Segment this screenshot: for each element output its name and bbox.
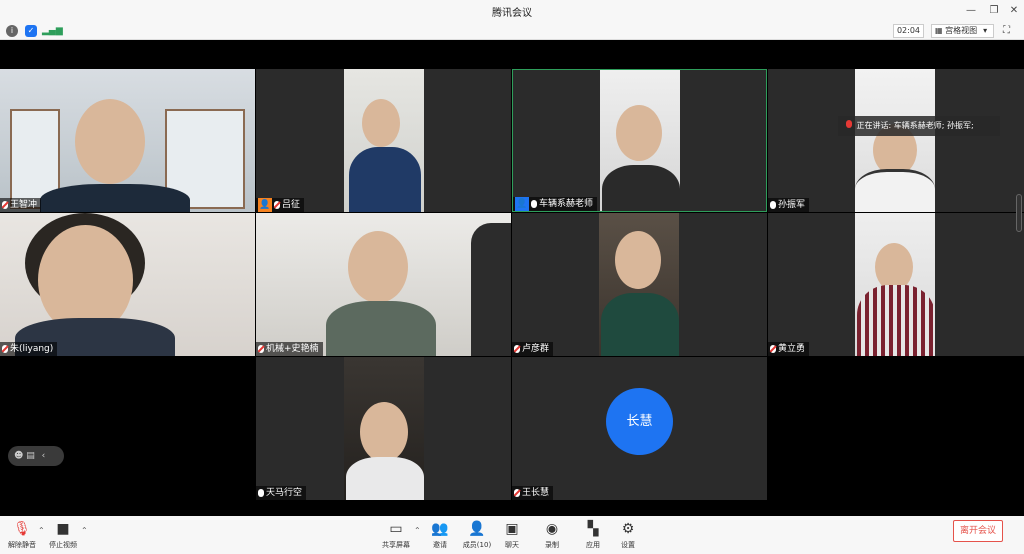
participant-video [344,69,424,212]
apps-label: 应用 [586,541,600,549]
participant-video [0,69,255,212]
grid-icon: ▦ [935,26,946,35]
participant-name-label: 👤 吕征 [256,198,305,212]
shield-icon[interactable]: ✓ [25,25,37,37]
info-icon[interactable]: i [6,25,18,37]
reaction-bar: ☻ ▤ ‹ [8,446,64,466]
participant-name-label: 黄立勇 [768,342,810,356]
video-tile[interactable]: 孙振军 [768,69,1024,212]
bottom-toolbar: 🎙 解除静音 ⌃ ■ 停止视频 ⌃ ▭ 共享屏幕 ⌃ 👥 邀请 👤 成员(10) ▣ 聊天 … [0,516,1024,554]
participant-video [599,213,679,356]
invite-label: 邀请 [433,541,447,549]
participant-name-label: 王长慧 [512,486,554,500]
meeting-info-bar: i ✓ ▂▄▆ [0,22,1024,40]
participant-name: 车辆系赫老师 [539,199,594,209]
mic-muted-icon [514,489,520,497]
share-screen-button[interactable]: ▭ 共享屏幕 [374,519,418,550]
mic-icon [258,489,264,497]
record-button[interactable]: ◉ 录制 [530,519,574,550]
chevron-down-icon: ▾ [983,26,988,35]
stop-video-label: 停止视频 [49,541,77,549]
settings-label: 设置 [621,541,635,549]
emoji-icon[interactable]: ☻ [14,451,23,461]
mic-muted-icon [274,201,280,209]
user-icon: 👤 [258,198,272,212]
participant-name: 孙振军 [778,200,806,210]
record-label: 录制 [545,541,559,549]
gear-icon: ⚙ [621,521,635,537]
unmute-label: 解除静音 [8,541,36,549]
mic-muted-icon [258,345,264,353]
chat-bubble-icon[interactable]: ▤ [26,451,35,461]
speaking-indicator: 正在讲话: 车辆系赫老师; 孙振军; [838,116,1000,136]
mic-muted-icon [770,345,776,353]
mic-icon [846,120,852,128]
participant-name-label: 机械+史艳楠 [256,342,323,356]
window-title: 腾讯会议 [492,8,532,19]
speaking-text: 正在讲话: 车辆系赫老师; 孙振军; [856,121,974,130]
participant-name-label: 卢彦群 [512,342,554,356]
view-mode-label: 宫格视图 [945,26,978,35]
meeting-timer: 02:04 [893,24,924,38]
mic-icon [531,200,537,208]
chat-icon: ▣ [505,521,519,537]
participant-video [0,213,255,356]
video-tile[interactable]: 卢彦群 [512,213,767,356]
participant-name: 王长慧 [522,488,550,498]
video-tile[interactable]: 黄立勇 [768,213,1024,356]
chevron-up-icon[interactable]: ⌃ [81,526,88,535]
participant-video [600,70,680,211]
participant-video [855,69,935,212]
share-screen-label: 共享屏幕 [382,541,410,549]
fullscreen-icon[interactable]: ⛶ [1003,24,1015,38]
chevron-left-icon[interactable]: ‹ [42,451,46,461]
mic-icon [770,201,776,209]
camera-icon: ■ [56,521,70,537]
restore-icon[interactable]: ❐ [985,3,1003,19]
minimize-icon[interactable]: — [962,3,980,19]
participant-video [344,357,424,500]
mic-muted-icon [2,345,8,353]
record-icon: ◉ [545,521,559,537]
video-tile[interactable]: 机械+史艳楠 [256,213,511,356]
title-bar: 腾讯会议 — ❐ ✕ [0,0,1024,22]
participant-name: 天马行空 [266,488,303,498]
video-tile[interactable]: 王智冲 [0,69,255,212]
volume-scrollbar[interactable] [1016,194,1022,232]
participant-name: 王智冲 [10,200,38,210]
view-mode-button[interactable]: ▦ 宫格视图 ▾ [931,24,994,38]
video-tile[interactable]: 天马行空 [256,357,511,500]
participant-video [855,213,935,356]
mic-muted-icon [514,345,520,353]
participant-name-label: 👤 车辆系赫老师 [513,197,598,211]
participant-video [256,213,511,356]
participant-name-label: 朱(liyang) [0,342,58,356]
settings-button[interactable]: ⚙ 设置 [606,519,650,550]
participant-name: 吕征 [282,200,301,210]
video-tile[interactable]: 朱(liyang) [0,213,255,356]
members-label: 成员(10) [462,541,492,549]
chat-label: 聊天 [505,541,519,549]
participant-name-label: 王智冲 [0,198,42,212]
video-tile[interactable]: 👤 吕征 [256,69,511,212]
participant-name: 卢彦群 [522,344,550,354]
close-icon[interactable]: ✕ [1005,3,1023,19]
chat-button[interactable]: ▣ 聊天 [490,519,534,550]
stop-video-button[interactable]: ■ 停止视频 [41,519,85,550]
video-tile-active-speaker[interactable]: 👤 车辆系赫老师 [512,69,767,212]
participant-name: 黄立勇 [778,344,806,354]
participant-avatar: 长慧 [606,388,673,455]
participant-name-label: 天马行空 [256,486,307,500]
share-screen-icon: ▭ [389,521,403,537]
signal-icon[interactable]: ▂▄▆ [42,25,63,37]
participant-name: 朱(liyang) [10,344,54,354]
participant-name: 机械+史艳楠 [266,344,319,354]
participant-name-label: 孙振军 [768,198,810,212]
user-icon: 👤 [515,197,529,211]
leave-meeting-button[interactable]: 离开会议 [953,520,1003,542]
mic-muted-icon [2,201,8,209]
